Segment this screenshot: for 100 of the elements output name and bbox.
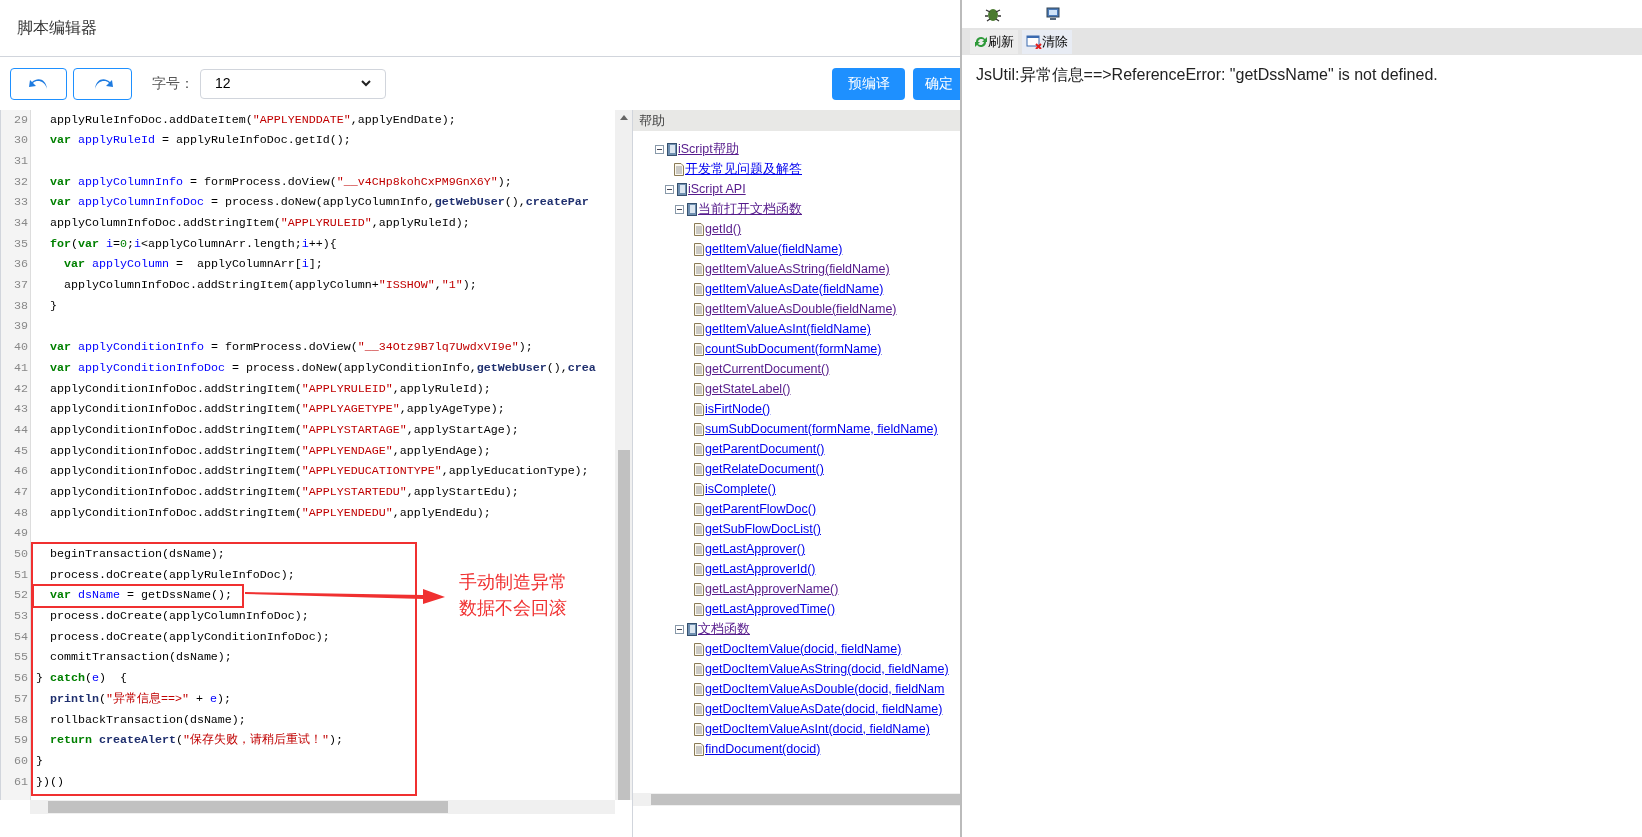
code-line: var dsName = getDssName(); [49,587,232,605]
code-line: var applyConditionInfo = formProcess.doView("__34Otz9B7lq7UwdxVI9e"); [49,339,533,357]
help-link[interactable]: getLastApproverId() [705,559,816,579]
page-icon [694,422,704,436]
help-link[interactable]: getLastApproverName() [705,579,839,599]
code-line: })() [36,773,64,791]
collapse-toggle[interactable] [675,624,684,634]
help-link[interactable]: countSubDocument(formName) [705,339,882,359]
line-number: 31 [13,152,29,170]
line-number: 52 [13,587,29,605]
code-line: } [49,297,57,315]
page-icon [694,322,704,336]
help-link[interactable]: isComplete() [705,479,776,499]
code-line: process.doCreate(applyColumnInfoDoc); [49,608,309,626]
help-link[interactable]: getLastApprover() [705,539,806,559]
line-number: 46 [13,463,29,481]
help-link[interactable]: getSubFlowDocList() [705,519,821,539]
collapse-toggle[interactable] [665,184,674,194]
help-link[interactable]: getItemValue(fieldName) [705,239,843,259]
line-number: 32 [13,173,29,191]
code-line: println("异常信息==>" + e); [49,690,231,708]
page-icon [694,602,704,616]
help-link[interactable]: 开发常见问题及解答 [685,159,802,179]
page-icon [694,482,704,496]
line-number: 44 [13,421,29,439]
page-icon [694,402,704,416]
annotation-text: 手动制造异常 [459,571,567,594]
bug-icon[interactable] [984,6,1002,22]
line-number: 58 [13,711,29,729]
line-number: 55 [13,649,29,667]
line-number: 30 [13,132,29,150]
code-line: rollbackTransaction(dsName); [49,711,246,729]
page-icon [694,722,704,736]
help-link[interactable]: getId() [705,219,742,239]
undo-button[interactable] [10,67,67,100]
help-link[interactable]: getCurrentDocument() [705,359,830,379]
font-size-label: 字号： [152,74,194,93]
help-link[interactable]: getDocItemValue(docid, fieldName) [705,639,902,659]
code-line: var applyRuleId = applyRuleInfoDoc.getId(); [49,132,351,150]
font-size-select[interactable]: 12 [200,68,386,99]
redo-button[interactable] [73,67,132,100]
line-number: 57 [13,690,29,708]
help-link[interactable]: getLastApprovedTime() [705,599,836,619]
code-line: } [36,752,43,770]
code-line: process.doCreate(applyConditionInfoDoc); [49,628,330,646]
code-line: applyConditionInfoDoc.addStringItem("APPLYENDAGE",applyEndAge); [49,442,491,460]
help-link[interactable]: 当前打开文档函数 [698,199,802,219]
line-number: 60 [13,752,29,770]
help-link[interactable]: 文档函数 [698,619,750,639]
help-link[interactable]: iScript帮助 [678,139,739,159]
undo-icon [27,76,50,91]
help-link[interactable]: getDocItemValueAsInt(docid, fieldName) [705,719,930,739]
code-line: var applyConditionInfoDoc = process.doNew(applyConditionInfo,getWebUser(),crea [49,359,596,377]
page-icon [694,542,704,556]
help-link[interactable]: getDocItemValueAsString(docid, fieldName) [705,659,949,679]
page-icon [694,362,704,376]
help-link[interactable]: getItemValueAsDate(fieldName) [705,279,884,299]
page-icon [694,382,704,396]
scroll-up-icon[interactable] [619,115,628,120]
line-number: 35 [13,235,29,253]
collapse-toggle[interactable] [655,144,664,154]
line-number: 33 [13,194,29,212]
clear-button[interactable]: 清除 [1022,29,1072,54]
book-icon [687,202,697,216]
vertical-scrollbar[interactable] [615,110,632,800]
line-number: 45 [13,442,29,460]
help-link[interactable]: getStateLabel() [705,379,791,399]
book-icon [687,622,697,636]
page-icon [694,742,704,756]
help-link[interactable]: getItemValueAsInt(fieldName) [705,319,871,339]
horizontal-scrollbar[interactable] [30,800,615,814]
page-icon [694,642,704,656]
horizontal-scrollbar[interactable] [633,793,960,806]
help-link[interactable]: getDocItemValueAsDouble(docid, fieldNam [705,679,945,699]
line-number: 50 [13,546,29,564]
line-number: 41 [13,359,29,377]
code-line: applyColumnInfoDoc.addStringItem(applyColumn+"ISSHOW","1"); [62,277,477,295]
refresh-button[interactable]: 刷新 [970,29,1018,54]
help-link[interactable]: iScript API [688,179,746,199]
help-link[interactable]: getItemValueAsString(fieldName) [705,259,890,279]
help-link[interactable]: getParentFlowDoc() [705,499,817,519]
help-link[interactable]: getItemValueAsDouble(fieldName) [705,299,897,319]
code-line: process.doCreate(applyRuleInfoDoc); [49,566,295,584]
line-number: 48 [13,504,29,522]
book-icon [667,142,677,156]
help-link[interactable]: getDocItemValueAsDate(docid, fieldName) [705,699,943,719]
page-icon [694,222,704,236]
help-link[interactable]: isFirtNode() [705,399,771,419]
help-link[interactable]: findDocument(docid) [705,739,821,759]
line-number: 49 [13,525,29,543]
line-number: 37 [13,277,29,295]
code-line: commitTransaction(dsName); [49,649,232,667]
console-message: JsUtil:异常信息==>ReferenceError: "getDssName" is not defined. [976,66,1438,83]
collapse-toggle[interactable] [675,204,684,214]
help-link[interactable]: sumSubDocument(formName, fieldName) [705,419,938,439]
page-icon [694,502,704,516]
page-icon [694,522,704,536]
monitor-icon[interactable] [1046,7,1060,21]
help-link[interactable]: getRelateDocument() [705,459,824,479]
help-link[interactable]: getParentDocument() [705,439,825,459]
